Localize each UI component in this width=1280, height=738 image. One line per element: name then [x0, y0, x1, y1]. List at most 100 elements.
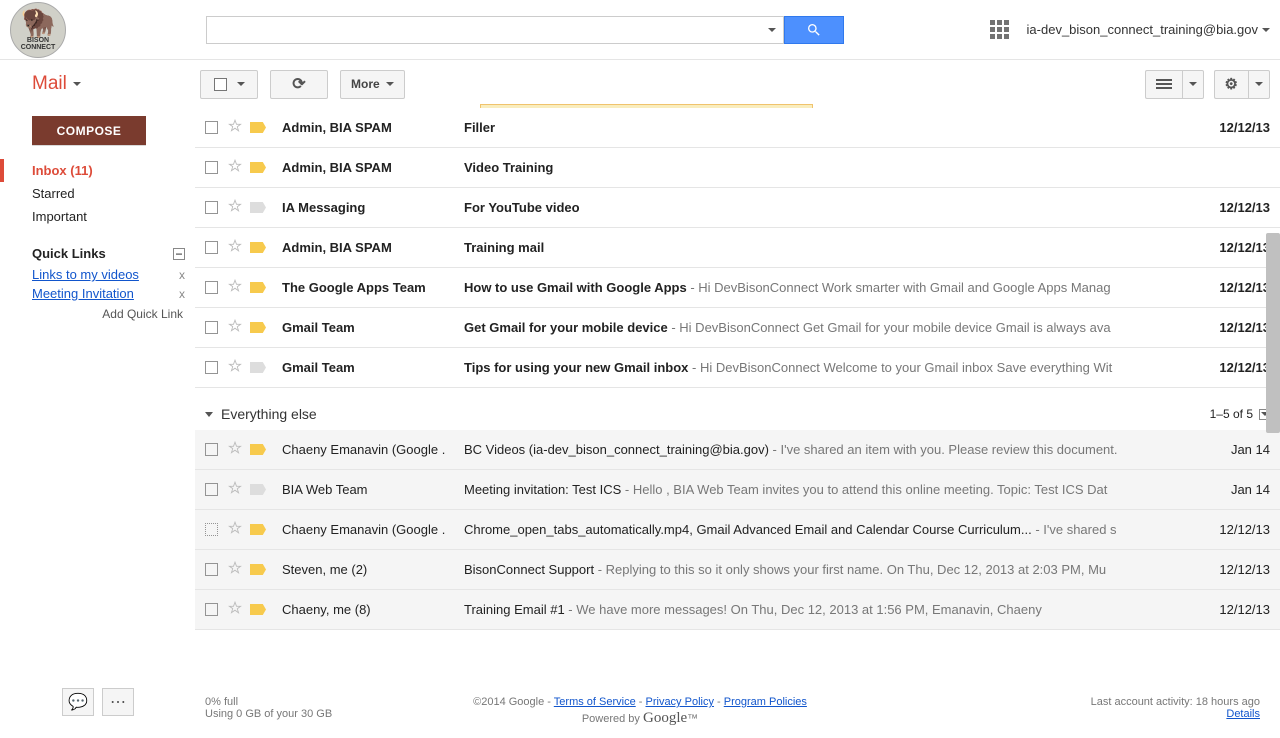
triangle-down-icon — [205, 412, 213, 417]
importance-marker[interactable] — [250, 162, 266, 173]
message-date: 12/12/13 — [1198, 360, 1270, 375]
mail-switcher[interactable]: Mail — [10, 73, 200, 95]
checkbox[interactable] — [205, 563, 218, 576]
star-icon[interactable] — [228, 359, 242, 376]
importance-marker[interactable] — [250, 362, 266, 373]
star-icon[interactable] — [228, 601, 242, 618]
importance-marker[interactable] — [250, 524, 266, 535]
importance-marker[interactable] — [250, 202, 266, 213]
apps-launcher-icon[interactable] — [990, 20, 1009, 39]
message-row[interactable]: Admin, BIA SPAMVideo Training — [195, 148, 1280, 188]
display-density-button[interactable] — [1145, 70, 1182, 99]
settings-button[interactable]: ⚙ — [1214, 70, 1248, 99]
message-row[interactable]: Chaeny Emanavin (Google .BC Videos (ia-d… — [195, 430, 1280, 470]
details-link[interactable]: Details — [1226, 708, 1260, 720]
checkbox[interactable] — [205, 603, 218, 616]
subject-line: Get Gmail for your mobile device - Hi De… — [464, 320, 1198, 335]
sender: Admin, BIA SPAM — [282, 120, 464, 135]
message-row[interactable]: Admin, BIA SPAMTraining mail12/12/13 — [195, 228, 1280, 268]
more-apps-button[interactable]: ⋯ — [102, 688, 134, 716]
importance-marker[interactable] — [250, 322, 266, 333]
checkbox[interactable] — [205, 443, 218, 456]
checkbox[interactable] — [205, 241, 218, 254]
scrollbar-thumb[interactable] — [1266, 233, 1280, 433]
sender: Admin, BIA SPAM — [282, 240, 464, 255]
message-row[interactable]: Admin, BIA SPAMFiller12/12/13 — [195, 108, 1280, 148]
message-row[interactable]: Chaeny, me (8)Training Email #1 - We hav… — [195, 590, 1280, 630]
importance-marker[interactable] — [250, 604, 266, 615]
importance-marker[interactable] — [250, 282, 266, 293]
star-icon[interactable] — [228, 199, 242, 216]
checkbox[interactable] — [205, 361, 218, 374]
message-date: 12/12/13 — [1198, 280, 1270, 295]
message-row[interactable]: IA MessagingFor YouTube video12/12/13 — [195, 188, 1280, 228]
remove-icon[interactable]: x — [179, 268, 185, 282]
message-row[interactable]: The Google Apps TeamHow to use Gmail wit… — [195, 268, 1280, 308]
importance-marker[interactable] — [250, 564, 266, 575]
more-button[interactable]: More — [340, 70, 405, 99]
quick-link[interactable]: Meeting Invitation — [32, 286, 134, 301]
bottom-chat-bar: 💬 ⋯ — [62, 688, 134, 716]
subject-line: BisonConnect Support - Replying to this … — [464, 562, 1198, 577]
quick-link-item: Links to my videos x — [0, 265, 195, 284]
checkbox[interactable] — [205, 483, 218, 496]
remove-icon[interactable]: x — [179, 287, 185, 301]
star-icon[interactable] — [228, 481, 242, 498]
account-menu[interactable]: ia-dev_bison_connect_training@bia.gov — [1027, 22, 1270, 37]
section-everything-else[interactable]: Everything else 1–5 of 5 — [195, 388, 1280, 430]
star-icon[interactable] — [228, 521, 242, 538]
message-row[interactable]: Gmail TeamGet Gmail for your mobile devi… — [195, 308, 1280, 348]
sender: Chaeny Emanavin (Google . — [282, 522, 464, 537]
settings-dropdown[interactable] — [1248, 70, 1270, 99]
message-date: 12/12/13 — [1198, 602, 1270, 617]
star-icon[interactable] — [228, 319, 242, 336]
hangouts-button[interactable]: 💬 — [62, 688, 94, 716]
sidebar: COMPOSE Inbox (11)StarredImportant Quick… — [0, 108, 195, 690]
importance-marker[interactable] — [250, 484, 266, 495]
importance-marker[interactable] — [250, 122, 266, 133]
star-icon[interactable] — [228, 441, 242, 458]
collapse-icon[interactable]: − — [173, 248, 185, 260]
refresh-button[interactable]: ⟳ — [270, 70, 328, 99]
checkbox[interactable] — [205, 201, 218, 214]
checkbox[interactable] — [205, 523, 218, 536]
checkbox[interactable] — [205, 321, 218, 334]
compose-button[interactable]: COMPOSE — [32, 116, 146, 145]
privacy-link[interactable]: Privacy Policy — [646, 696, 714, 708]
terms-link[interactable]: Terms of Service — [554, 696, 636, 708]
search-button[interactable] — [784, 16, 844, 44]
star-icon[interactable] — [228, 239, 242, 256]
sender: Steven, me (2) — [282, 562, 464, 577]
quick-links-header: Quick Links − — [0, 228, 195, 265]
subject-line: BC Videos (ia-dev_bison_connect_training… — [464, 442, 1198, 457]
quick-link[interactable]: Links to my videos — [32, 267, 139, 282]
message-row[interactable]: BIA Web TeamMeeting invitation: Test ICS… — [195, 470, 1280, 510]
search-input[interactable] — [207, 17, 761, 43]
logo-bison-connect[interactable]: 🦬 BISON CONNECT — [10, 2, 66, 58]
sender: Chaeny Emanavin (Google . — [282, 442, 464, 457]
sidebar-item[interactable]: Important — [32, 205, 195, 228]
search-options-dropdown[interactable] — [761, 17, 783, 43]
star-icon[interactable] — [228, 561, 242, 578]
star-icon[interactable] — [228, 159, 242, 176]
message-row[interactable]: Steven, me (2)BisonConnect Support - Rep… — [195, 550, 1280, 590]
scrollbar[interactable] — [1266, 108, 1280, 638]
program-link[interactable]: Program Policies — [724, 696, 807, 708]
select-all-button[interactable] — [200, 70, 258, 99]
checkbox[interactable] — [205, 281, 218, 294]
star-icon[interactable] — [228, 279, 242, 296]
display-density-dropdown[interactable] — [1182, 70, 1204, 99]
subject-line: Meeting invitation: Test ICS - Hello , B… — [464, 482, 1198, 497]
add-quick-link[interactable]: Add Quick Link — [0, 303, 195, 325]
message-row[interactable]: Gmail TeamTips for using your new Gmail … — [195, 348, 1280, 388]
subject-line: Filler — [464, 120, 1198, 135]
checkbox[interactable] — [205, 161, 218, 174]
sidebar-item[interactable]: Inbox (11) — [0, 159, 195, 182]
importance-marker[interactable] — [250, 242, 266, 253]
star-icon[interactable] — [228, 119, 242, 136]
message-row[interactable]: Chaeny Emanavin (Google .Chrome_open_tab… — [195, 510, 1280, 550]
checkbox[interactable] — [205, 121, 218, 134]
importance-marker[interactable] — [250, 444, 266, 455]
sidebar-item[interactable]: Starred — [32, 182, 195, 205]
subject-line: Training Email #1 - We have more message… — [464, 602, 1198, 617]
